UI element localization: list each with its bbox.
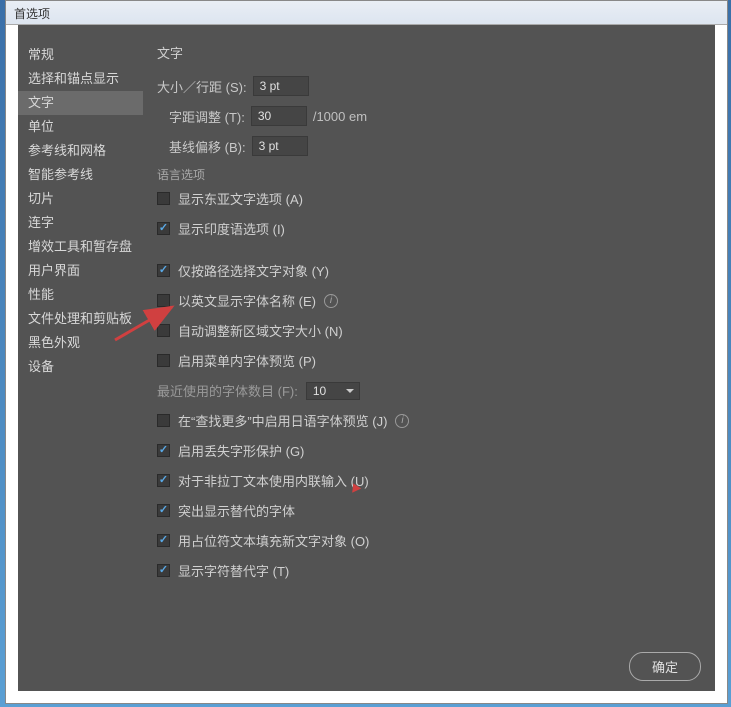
- east-asian-row[interactable]: 显示东亚文字选项 (A): [157, 189, 701, 208]
- sidebar-list: 常规 选择和锚点显示 文字 单位 参考线和网格 智能参考线 切片 连字 增效工具…: [18, 43, 143, 379]
- info-icon[interactable]: i: [324, 294, 338, 308]
- sidebar-item-smartguides[interactable]: 智能参考线: [18, 163, 143, 187]
- recent-fonts-select[interactable]: 10: [306, 382, 360, 400]
- sidebar-item-guides[interactable]: 参考线和网格: [18, 139, 143, 163]
- sidebar: 常规 选择和锚点显示 文字 单位 参考线和网格 智能参考线 切片 连字 增效工具…: [18, 25, 143, 691]
- jp-preview-row[interactable]: 在“查找更多”中启用日语字体预览 (J) i: [157, 411, 701, 430]
- size-leading-input[interactable]: [253, 76, 309, 96]
- indic-label: 显示印度语选项 (I): [178, 219, 285, 238]
- baseline-row: 基线偏移 (B):: [169, 136, 701, 156]
- tracking-input[interactable]: [251, 106, 307, 126]
- auto-area-label: 自动调整新区域文字大小 (N): [178, 321, 343, 340]
- sidebar-item-ui[interactable]: 用户界面: [18, 259, 143, 283]
- english-fontname-label: 以英文显示字体名称 (E): [178, 291, 316, 310]
- missing-glyph-row[interactable]: 启用丢失字形保护 (G): [157, 441, 701, 460]
- placeholder-fill-checkbox[interactable]: [157, 534, 170, 547]
- sidebar-item-slices[interactable]: 切片: [18, 187, 143, 211]
- menu-preview-label: 启用菜单内字体预览 (P): [178, 351, 316, 370]
- placeholder-fill-row[interactable]: 用占位符文本填充新文字对象 (O): [157, 531, 701, 550]
- window-title: 首选项: [6, 1, 727, 25]
- language-group-label: 语言选项: [157, 166, 701, 183]
- highlight-alt-label: 突出显示替代的字体: [178, 501, 295, 520]
- jp-preview-label: 在“查找更多”中启用日语字体预览 (J): [178, 411, 387, 430]
- content-area: 常规 选择和锚点显示 文字 单位 参考线和网格 智能参考线 切片 连字 增效工具…: [18, 25, 715, 691]
- sidebar-item-type[interactable]: 文字: [18, 91, 143, 115]
- inline-input-label: 对于非拉丁文本使用内联输入 (U): [178, 471, 369, 490]
- highlight-alt-checkbox[interactable]: [157, 504, 170, 517]
- preferences-window: 首选项 常规 选择和锚点显示 文字 单位 参考线和网格 智能参考线 切片 连字 …: [5, 0, 728, 704]
- recent-fonts-row: 最近使用的字体数目 (F): 10: [157, 381, 701, 400]
- size-leading-row: 大小／行距 (S):: [157, 76, 701, 96]
- english-fontname-row[interactable]: 以英文显示字体名称 (E) i: [157, 291, 701, 310]
- sidebar-item-filehandling[interactable]: 文件处理和剪贴板: [18, 307, 143, 331]
- menu-preview-checkbox[interactable]: [157, 354, 170, 367]
- missing-glyph-checkbox[interactable]: [157, 444, 170, 457]
- size-leading-label: 大小／行距 (S):: [157, 77, 247, 96]
- recent-fonts-label: 最近使用的字体数目 (F):: [157, 381, 298, 400]
- baseline-input[interactable]: [252, 136, 308, 156]
- inline-input-row[interactable]: 对于非拉丁文本使用内联输入 (U): [157, 471, 701, 490]
- show-alt-glyph-row[interactable]: 显示字符替代字 (T): [157, 561, 701, 580]
- sidebar-item-plugins[interactable]: 增效工具和暂存盘: [18, 235, 143, 259]
- highlight-alt-row[interactable]: 突出显示替代的字体: [157, 501, 701, 520]
- menu-preview-row[interactable]: 启用菜单内字体预览 (P): [157, 351, 701, 370]
- tracking-label: 字距调整 (T):: [169, 107, 245, 126]
- indic-checkbox[interactable]: [157, 222, 170, 235]
- east-asian-label: 显示东亚文字选项 (A): [178, 189, 303, 208]
- sidebar-item-devices[interactable]: 设备: [18, 355, 143, 379]
- indic-row[interactable]: 显示印度语选项 (I): [157, 219, 701, 238]
- auto-area-row[interactable]: 自动调整新区域文字大小 (N): [157, 321, 701, 340]
- show-alt-glyph-checkbox[interactable]: [157, 564, 170, 577]
- baseline-label: 基线偏移 (B):: [169, 137, 246, 156]
- sidebar-item-selection[interactable]: 选择和锚点显示: [18, 67, 143, 91]
- east-asian-checkbox[interactable]: [157, 192, 170, 205]
- english-fontname-checkbox[interactable]: [157, 294, 170, 307]
- info-icon[interactable]: i: [395, 414, 409, 428]
- tracking-unit: /1000 em: [313, 109, 367, 124]
- jp-preview-checkbox[interactable]: [157, 414, 170, 427]
- path-only-label: 仅按路径选择文字对象 (Y): [178, 261, 329, 280]
- auto-area-checkbox[interactable]: [157, 324, 170, 337]
- tracking-row: 字距调整 (T): /1000 em: [169, 106, 701, 126]
- path-only-checkbox[interactable]: [157, 264, 170, 277]
- sidebar-item-general[interactable]: 常规: [18, 43, 143, 67]
- sidebar-item-blackappearance[interactable]: 黑色外观: [18, 331, 143, 355]
- missing-glyph-label: 启用丢失字形保护 (G): [178, 441, 304, 460]
- sidebar-item-performance[interactable]: 性能: [18, 283, 143, 307]
- path-only-row[interactable]: 仅按路径选择文字对象 (Y): [157, 261, 701, 280]
- show-alt-glyph-label: 显示字符替代字 (T): [178, 561, 289, 580]
- sidebar-item-hyphenation[interactable]: 连字: [18, 211, 143, 235]
- placeholder-fill-label: 用占位符文本填充新文字对象 (O): [178, 531, 369, 550]
- inline-input-checkbox[interactable]: [157, 474, 170, 487]
- sidebar-item-units[interactable]: 单位: [18, 115, 143, 139]
- section-heading: 文字: [157, 43, 701, 62]
- main-panel: 文字 大小／行距 (S): 字距调整 (T): /1000 em 基线偏移 (B…: [143, 25, 715, 691]
- ok-button[interactable]: 确定: [629, 652, 701, 681]
- footer: 确定: [629, 652, 701, 681]
